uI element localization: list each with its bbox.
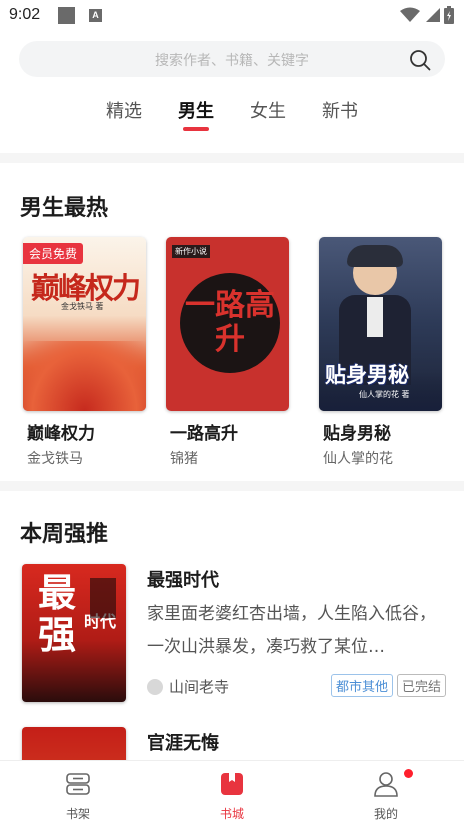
book-cover[interactable]: 最强 时代 bbox=[22, 564, 126, 702]
cover-title-text: 贴身男秘 bbox=[325, 362, 409, 387]
book-description: 家里面老婆红杏出墙，人生陷入低谷，一次山洪暴发，凑巧救了某位… bbox=[147, 604, 436, 657]
cover-title-text: 一路高升 bbox=[185, 288, 275, 357]
tab-featured[interactable]: 精选 bbox=[106, 97, 142, 123]
hot-book-card[interactable]: 新作小说 一路高升 一路高升 锦猪 bbox=[166, 237, 289, 468]
vip-free-badge: 会员免费 bbox=[23, 243, 84, 264]
book-cover[interactable]: 巅峰权力 金戈铁马 著 会员免费 bbox=[23, 237, 146, 411]
section-title-weekly: 本周强推 bbox=[20, 522, 109, 547]
user-icon bbox=[374, 772, 398, 797]
active-tab-indicator bbox=[183, 127, 209, 131]
nav-label: 我的 bbox=[373, 807, 398, 821]
section-title-hot: 男生最热 bbox=[20, 196, 109, 221]
book-cover[interactable]: 贴身男秘 仙人掌的花 著 bbox=[319, 237, 442, 411]
status-time: 9:02 bbox=[9, 6, 41, 23]
book-title[interactable]: 贴身男秘 bbox=[323, 419, 442, 444]
status-tag: 已完结 bbox=[396, 674, 446, 697]
battery-icon bbox=[444, 6, 454, 24]
status-icons bbox=[400, 6, 454, 24]
book-author: 仙人掌的花 bbox=[323, 451, 393, 467]
book-author: 山间老寺 bbox=[147, 676, 229, 697]
cover-author-text: 仙人掌的花 著 bbox=[359, 390, 410, 399]
signal-icon bbox=[426, 8, 440, 22]
cover-publisher-text: 新作小说 bbox=[172, 245, 210, 258]
hot-book-card[interactable]: 贴身男秘 仙人掌的花 著 贴身男秘 仙人掌的花 bbox=[319, 237, 442, 468]
category-tabs: 精选 男生 女生 新书 bbox=[0, 97, 464, 137]
wifi-icon bbox=[400, 7, 420, 22]
section-divider bbox=[0, 481, 464, 491]
search-bar[interactable]: 搜索作者、书籍、关键字 bbox=[19, 41, 445, 77]
nav-label: 书城 bbox=[219, 807, 244, 821]
book-icon bbox=[221, 773, 243, 795]
tab-male[interactable]: 男生 bbox=[178, 97, 214, 123]
nav-label: 书架 bbox=[65, 807, 90, 821]
book-title[interactable]: 最强时代 bbox=[147, 566, 219, 592]
author-icon bbox=[147, 678, 163, 695]
book-author: 金戈铁马 bbox=[27, 451, 83, 467]
notification-a-icon: A bbox=[89, 9, 102, 22]
search-placeholder: 搜索作者、书籍、关键字 bbox=[155, 53, 309, 69]
nav-profile[interactable]: 我的 bbox=[346, 771, 426, 822]
book-cover[interactable]: 新作小说 一路高升 bbox=[166, 237, 289, 411]
tab-female[interactable]: 女生 bbox=[250, 97, 286, 123]
nav-bookstore[interactable]: 书城 bbox=[192, 771, 272, 822]
author-name: 山间老寺 bbox=[169, 678, 230, 696]
book-title[interactable]: 官涯无悔 bbox=[147, 729, 219, 755]
book-title[interactable]: 一路高升 bbox=[170, 419, 289, 444]
section-divider bbox=[0, 153, 464, 163]
tab-new-books[interactable]: 新书 bbox=[322, 97, 358, 123]
search-icon[interactable] bbox=[409, 49, 431, 71]
genre-tag[interactable]: 都市其他 bbox=[330, 674, 393, 697]
bottom-navigation: 书架 书城 我的 bbox=[0, 760, 464, 824]
status-bar: 9:02 A bbox=[0, 0, 464, 32]
book-title[interactable]: 巅峰权力 bbox=[27, 419, 146, 444]
cover-author-text: 金戈铁马 著 bbox=[61, 302, 104, 311]
notification-dot bbox=[404, 769, 413, 778]
book-author: 锦猪 bbox=[170, 451, 198, 467]
nav-bookshelf[interactable]: 书架 bbox=[38, 771, 118, 822]
book-tags: 都市其他 已完结 bbox=[330, 674, 446, 697]
notification-icon bbox=[58, 7, 75, 24]
bookshelf-icon bbox=[66, 773, 90, 795]
hot-book-card[interactable]: 巅峰权力 金戈铁马 著 会员免费 巅峰权力 金戈铁马 bbox=[23, 237, 146, 468]
